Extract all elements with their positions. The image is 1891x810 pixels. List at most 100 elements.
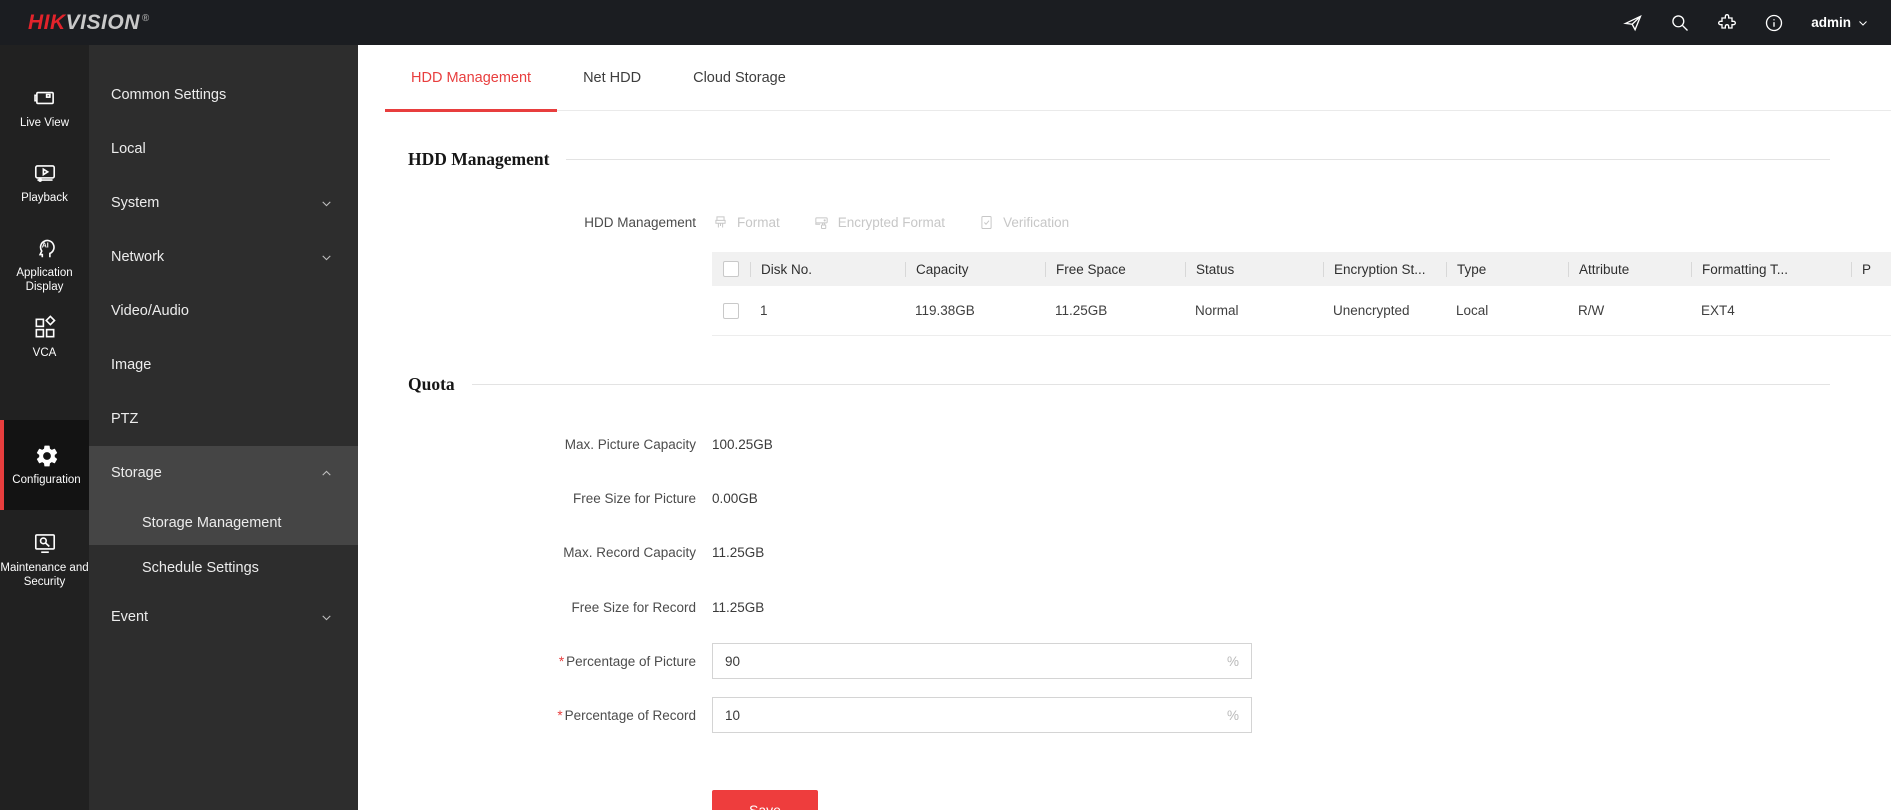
primary-sidebar: Live View Playback AI Application Displa…	[0, 45, 89, 810]
menu-label: Common Settings	[111, 87, 227, 103]
search-icon[interactable]	[1670, 13, 1690, 33]
col-status: Status	[1185, 261, 1323, 277]
cell-disk-no: 1	[760, 303, 768, 318]
sidebar-item-vca[interactable]: VCA	[0, 315, 89, 361]
percent-suffix: %	[1226, 653, 1239, 669]
menu-label: Video/Audio	[111, 303, 189, 319]
menu-label: Image	[111, 357, 152, 373]
menu-item-event[interactable]: Event	[89, 590, 358, 644]
field-label: Free Size for Record	[571, 599, 696, 615]
menu-item-system[interactable]: System	[89, 176, 358, 230]
tab-hdd-management[interactable]: HDD Management	[385, 45, 558, 112]
secondary-sidebar: Common Settings Local System Network Vid…	[89, 45, 358, 810]
sidebar-item-live-view[interactable]: Live View	[0, 85, 89, 131]
field-free-size-picture: Free Size for Picture 0.00GB	[358, 488, 758, 508]
sidebar-item-label: VCA	[32, 347, 57, 359]
chevron-down-icon	[1859, 20, 1867, 26]
sidebar-item-label: Playback	[21, 192, 68, 204]
menu-label: System	[111, 195, 160, 211]
verification-icon	[981, 215, 992, 229]
quota-section-header: Quota	[408, 374, 1830, 395]
ai-head-icon: AI	[38, 239, 55, 258]
tab-label: HDD Management	[411, 70, 532, 86]
cell-attribute: R/W	[1578, 303, 1605, 318]
button-label: Format	[737, 214, 780, 230]
menu-label: PTZ	[111, 411, 139, 427]
top-bar: HIKVISION ® admin	[0, 0, 1891, 45]
cell-formatting-type: EXT4	[1701, 303, 1735, 318]
section-title: HDD Management	[408, 149, 550, 169]
tab-cloud-storage[interactable]: Cloud Storage	[667, 45, 812, 111]
chevron-down-icon	[320, 197, 333, 210]
menu-item-common-settings[interactable]: Common Settings	[89, 68, 358, 122]
col-free-space: Free Space	[1045, 261, 1185, 277]
field-value: 11.25GB	[712, 599, 765, 615]
logo-part-silver: VISION	[65, 10, 140, 34]
col-progress: P	[1851, 261, 1871, 277]
vca-grid-icon	[35, 315, 56, 338]
user-menu[interactable]: admin	[1811, 15, 1869, 30]
info-icon[interactable]	[1764, 13, 1784, 33]
section-title: Quota	[408, 374, 455, 394]
chevron-down-icon	[320, 251, 333, 264]
menu-item-schedule-settings[interactable]: Schedule Settings	[89, 545, 358, 590]
select-all-checkbox[interactable]	[723, 261, 739, 277]
sidebar-item-maintenance-security[interactable]: Maintenance and Security	[0, 530, 89, 590]
sidebar-item-playback[interactable]: Playback	[0, 160, 89, 206]
sidebar-item-configuration[interactable]: Configuration	[0, 420, 89, 510]
tab-label: Net HDD	[583, 70, 642, 86]
menu-item-network[interactable]: Network	[89, 230, 358, 284]
field-label: Free Size for Picture	[572, 490, 696, 506]
menu-item-image[interactable]: Image	[89, 338, 358, 392]
percentage-of-picture-row: *Percentage of Picture %	[358, 643, 1252, 679]
hdd-section-header: HDD Management	[408, 149, 1830, 170]
cell-status: Normal	[1195, 303, 1239, 318]
menu-label: Local	[111, 141, 146, 157]
col-encryption-status: Encryption St...	[1323, 261, 1446, 277]
chevron-up-icon	[320, 467, 333, 480]
percentage-of-record-row: *Percentage of Record %	[358, 697, 1252, 733]
menu-label: Network	[111, 249, 165, 265]
menu-item-storage-management[interactable]: Storage Management	[89, 500, 358, 545]
format-button[interactable]: Format	[712, 214, 780, 231]
tab-net-hdd[interactable]: Net HDD	[557, 45, 667, 111]
cell-encryption-status: Unencrypted	[1333, 303, 1410, 318]
menu-item-storage[interactable]: Storage	[89, 446, 358, 500]
encrypted-format-button[interactable]: Encrypted Format	[813, 214, 945, 231]
button-label: Verification	[1003, 214, 1070, 230]
menu-label: Storage Management	[142, 514, 282, 531]
row-checkbox[interactable]	[723, 302, 739, 319]
field-max-record-capacity: Max. Record Capacity 11.25GB	[358, 542, 764, 562]
sidebar-item-application-display[interactable]: AI Application Display	[0, 235, 89, 295]
tab-bar: HDD Management Net HDD Cloud Storage	[385, 45, 1891, 112]
percentage-of-picture-input[interactable]	[713, 653, 1227, 669]
registered-mark: ®	[141, 12, 150, 24]
percentage-of-record-input[interactable]	[713, 707, 1227, 723]
playback-icon	[34, 165, 55, 182]
format-icon	[715, 215, 726, 227]
gear-icon	[36, 445, 57, 466]
field-max-picture-capacity: Max. Picture Capacity 100.25GB	[358, 434, 773, 454]
field-value: 100.25GB	[712, 436, 773, 452]
send-icon[interactable]	[1623, 13, 1643, 33]
logo-part-red: HIK	[28, 10, 66, 34]
col-formatting-type: Formatting T...	[1691, 261, 1851, 277]
menu-item-ptz[interactable]: PTZ	[89, 392, 358, 446]
cell-type: Local	[1456, 303, 1489, 318]
menu-label: Storage	[111, 465, 162, 481]
menu-item-video-audio[interactable]: Video/Audio	[89, 284, 358, 338]
save-button[interactable]: Save	[712, 790, 818, 810]
hikvision-logo: HIKVISION ®	[28, 11, 150, 35]
sidebar-item-label: Configuration	[12, 473, 81, 486]
encrypted-format-icon	[815, 216, 828, 229]
menu-item-local[interactable]: Local	[89, 122, 358, 176]
verification-button[interactable]: Verification	[978, 214, 1069, 231]
plugin-icon[interactable]	[1717, 13, 1737, 33]
col-type: Type	[1446, 261, 1568, 277]
percentage-of-picture-inputbox: %	[712, 643, 1252, 679]
app-window: HIKVISION ® admin Live View Playback AI …	[0, 0, 1891, 810]
section-divider	[566, 159, 1830, 160]
field-label: Max. Picture Capacity	[564, 436, 696, 452]
button-label: Encrypted Format	[837, 214, 946, 230]
hdd-management-label: HDD Management	[584, 214, 696, 230]
